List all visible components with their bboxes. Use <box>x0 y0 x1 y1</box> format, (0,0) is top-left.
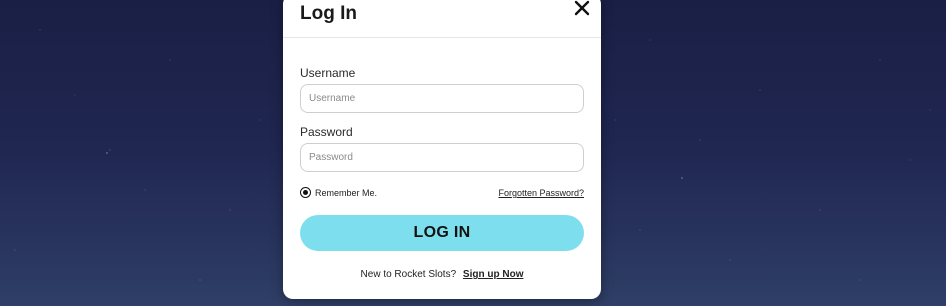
close-icon[interactable] <box>573 0 591 17</box>
login-button[interactable]: LOG IN <box>300 215 584 251</box>
signup-prompt: New to Rocket Slots? <box>360 269 457 280</box>
signup-link[interactable]: Sign up Now <box>463 269 524 280</box>
login-modal: Log In Username Password Remember Me. Fo… <box>283 0 601 299</box>
modal-header: Log In <box>283 0 601 38</box>
radio-selected-dot <box>303 190 308 195</box>
password-label: Password <box>300 125 353 139</box>
remember-me-label: Remember Me. <box>315 187 378 198</box>
remember-me-radio[interactable] <box>300 187 311 198</box>
modal-title: Log In <box>300 3 357 24</box>
password-input[interactable] <box>300 143 584 172</box>
username-input[interactable] <box>300 84 584 113</box>
forgot-password-link[interactable]: Forgotten Password? <box>498 188 584 198</box>
username-label: Username <box>300 66 356 80</box>
remember-me-option[interactable]: Remember Me. <box>300 187 377 198</box>
close-button[interactable] <box>573 0 591 17</box>
signup-row: New to Rocket Slots? Sign up Now <box>283 269 601 280</box>
